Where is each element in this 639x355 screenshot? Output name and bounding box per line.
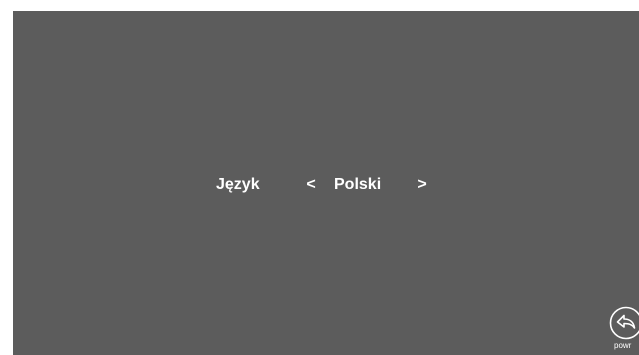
back-button[interactable]: powr — [609, 306, 639, 355]
next-language-button[interactable]: > — [414, 174, 430, 196]
language-value: Polski — [334, 176, 382, 193]
back-button-label: powr — [614, 341, 632, 350]
settings-screen: Język < Polski > powr — [13, 11, 639, 355]
language-setting-row: Język < Polski > — [13, 174, 639, 196]
previous-language-button[interactable]: < — [303, 174, 319, 196]
back-arrow-icon — [609, 306, 639, 340]
language-label: Język — [216, 176, 260, 193]
